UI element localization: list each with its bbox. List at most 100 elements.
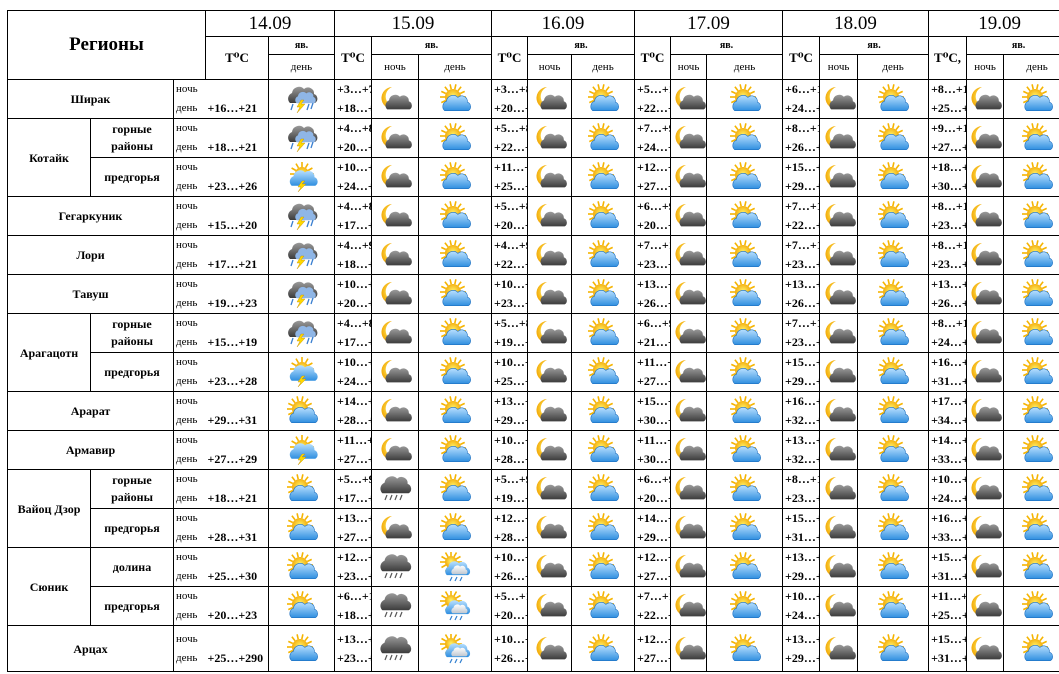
sun-cloud-icon bbox=[268, 391, 335, 431]
region-name: Лори bbox=[7, 235, 174, 275]
day-temp: +19…+22 bbox=[494, 491, 527, 505]
night-temp: +3…+7 bbox=[337, 82, 372, 96]
temp-header: T⁰C bbox=[634, 36, 672, 80]
sun-cloud-icon bbox=[857, 79, 930, 119]
night-temp: +10…+14 bbox=[785, 589, 819, 603]
night-day-label: ночь день bbox=[173, 586, 206, 626]
sun-cloud-icon bbox=[1003, 196, 1059, 236]
moon-cloud-icon bbox=[819, 196, 859, 236]
night-day-label: ночь день bbox=[173, 391, 206, 431]
temperature-cell: +6…+9 +20…+24 bbox=[634, 196, 672, 236]
table-row: предгорьяночьдень +20…+23 +6…+11+18…+20 … bbox=[8, 586, 1059, 626]
sun-cloud-icon bbox=[571, 196, 636, 236]
moon-cloud-icon bbox=[966, 313, 1005, 353]
temperature-cell: +10…+13 +23…+26 bbox=[491, 274, 529, 314]
sun-cloud-icon bbox=[1003, 586, 1059, 626]
region-name: Ширак bbox=[7, 79, 174, 119]
day-temp: +23…+27 bbox=[785, 491, 819, 505]
moon-cloud-icon bbox=[966, 274, 1005, 314]
moon-cloud-icon bbox=[527, 625, 573, 672]
temperature-cell: +12…+15 +28…+31 bbox=[491, 508, 529, 548]
moon-cloud-icon bbox=[670, 313, 708, 353]
night-temp: +7…+12 bbox=[785, 238, 819, 252]
night-temp: +4…+8 bbox=[337, 316, 372, 330]
night-temp: +4…+8 bbox=[337, 121, 372, 135]
temperature-cell: +17…+21 +34…+36 bbox=[928, 391, 968, 431]
temp-spacer bbox=[208, 471, 268, 490]
subregion-name: предгорья bbox=[90, 586, 174, 626]
temperature-cell: +20…+23 bbox=[205, 586, 269, 626]
temperature-cell: +13…+16 +29…+31 bbox=[491, 391, 529, 431]
region-name: Гегаркуник bbox=[7, 196, 174, 236]
day-temp: +26…+30 bbox=[931, 296, 966, 310]
region-name: Котайк bbox=[7, 118, 91, 197]
moon-cloud-icon bbox=[670, 625, 708, 672]
temperature-cell: +12…+14 +27…+29 bbox=[634, 157, 672, 197]
sun-cloud-icon bbox=[1003, 274, 1059, 314]
day-temp: +26…+28 bbox=[785, 140, 819, 154]
day-label: день bbox=[176, 102, 198, 114]
night-label: ночь bbox=[176, 278, 198, 290]
moon-cloud-icon bbox=[670, 352, 708, 392]
sun-cloud-rain-icon bbox=[417, 547, 493, 587]
thunder-rain-icon bbox=[268, 196, 335, 236]
moon-cloud-icon bbox=[670, 79, 708, 119]
moon-cloud-icon bbox=[527, 79, 573, 119]
temperature-cell: +15…+17 +29…+31 bbox=[782, 157, 821, 197]
temperature-cell: +7…+12 +23…+28 bbox=[782, 235, 821, 275]
night-temp: +16…+20 bbox=[931, 355, 966, 369]
temperature-cell: +11…+15 +27…+30 bbox=[634, 352, 672, 392]
moon-cloud-icon bbox=[966, 235, 1005, 275]
day-temp: +15…+20 bbox=[207, 218, 258, 232]
night-day-label: ночь день bbox=[173, 235, 206, 275]
day-temp: +27…+30 bbox=[337, 530, 371, 544]
night-temp: +13…+17 bbox=[785, 550, 819, 564]
night-temp: +5…+10 bbox=[637, 82, 670, 96]
day-temp: +25…+290 bbox=[207, 650, 264, 665]
day-label: день bbox=[176, 141, 198, 153]
temperature-cell: +7…+12 +22…+26 bbox=[634, 586, 672, 626]
sun-cloud-icon bbox=[706, 79, 784, 119]
temperature-cell: +25…+290 bbox=[205, 625, 269, 672]
sun-cloud-icon bbox=[571, 79, 636, 119]
night-temp: +10…+15 bbox=[494, 631, 527, 646]
table-row: Котайк горные районы ночь день +18…+21 +4…+… bbox=[7, 118, 1059, 197]
night-label: ночь bbox=[176, 239, 198, 251]
temp-spacer bbox=[208, 393, 268, 412]
day-temp: +22…+27 bbox=[637, 101, 670, 115]
sun-cloud-icon bbox=[571, 586, 636, 626]
sun-cloud-icon bbox=[417, 430, 493, 470]
night-temp: +5…+10 bbox=[494, 589, 527, 603]
table-row: Ширакночь день +16…+21 +3…+7 +18…+22 +3…+8… bbox=[7, 79, 1059, 119]
subregion-name: долина bbox=[90, 547, 174, 587]
temperature-cell: +6…+9 +21…+24 bbox=[634, 313, 672, 353]
day-temp: +24…+27 bbox=[785, 608, 819, 622]
night-temp: +14…+17 bbox=[337, 394, 371, 408]
night-day-label: ночь день bbox=[173, 79, 206, 119]
day-temp: +27…+29 bbox=[637, 179, 670, 193]
temperature-cell: +29…+31 bbox=[205, 391, 269, 431]
thunder-rain-icon bbox=[268, 118, 335, 158]
night-temp: +14…+17 bbox=[637, 511, 670, 525]
sun-cloud-icon bbox=[706, 313, 784, 353]
night-temp: +16…+20 bbox=[785, 394, 819, 408]
day-temp: +23…+26 bbox=[207, 179, 258, 193]
day-label: день bbox=[176, 609, 198, 621]
day-temp: +27…+29 bbox=[207, 452, 258, 466]
thunder-rain-icon bbox=[268, 79, 335, 119]
night-label: ночь bbox=[176, 473, 198, 485]
day-temp: +30…+33 bbox=[637, 413, 670, 427]
moon-cloud-icon bbox=[371, 274, 419, 314]
table-row: предгорьяночь день +28…+31 +13…+16 +27…+30… bbox=[8, 508, 1059, 548]
night-temp: +11…+14 bbox=[637, 433, 670, 447]
sun-cloud-icon bbox=[1003, 157, 1059, 197]
moon-cloud-icon bbox=[966, 508, 1005, 548]
temp-spacer bbox=[208, 354, 268, 373]
date-header: 15.09 bbox=[333, 10, 493, 37]
sun-cloud-icon bbox=[571, 547, 636, 587]
temperature-cell: +28…+31 bbox=[205, 508, 269, 548]
day-header: день bbox=[706, 54, 784, 80]
night-label: ночь bbox=[176, 590, 198, 602]
day-temp: +29…+31 bbox=[207, 413, 258, 427]
moon-cloud-icon bbox=[819, 469, 859, 509]
